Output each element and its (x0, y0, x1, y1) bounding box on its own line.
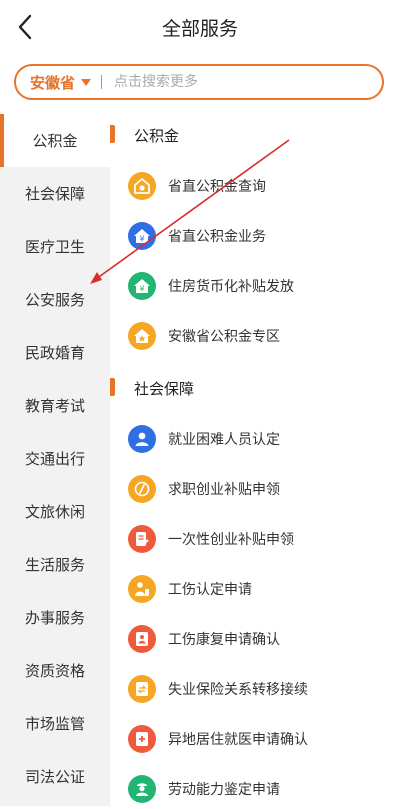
service-work-injury-recognition[interactable]: 工伤认定申请 (128, 569, 398, 609)
sidebar-item-label: 文旅休闲 (24, 503, 85, 521)
caret-down-icon (81, 78, 92, 86)
house-yen-icon: ¥ (128, 272, 156, 300)
service-label: 住房货币化补贴发放 (168, 279, 294, 295)
sidebar-item-label: 司法公证 (24, 768, 85, 786)
pen-icon (128, 475, 156, 503)
service-offsite-medical-confirm[interactable]: 异地居住就医申请确认 (128, 719, 398, 759)
page-title: 全部服务 (161, 18, 238, 40)
service-label: 劳动能力鉴定申请 (168, 782, 280, 798)
service-job-startup-subsidy[interactable]: 求职创业补贴申领 (128, 469, 398, 509)
sidebar-item-education[interactable]: 教育考试 (0, 379, 110, 432)
search-bar[interactable]: 安徽省 (14, 64, 384, 100)
service-label: 一次性创业补贴申领 (168, 532, 294, 548)
transfer-doc-icon (128, 675, 156, 703)
sidebar-item-label: 交通出行 (24, 450, 85, 468)
house-star-icon (128, 322, 156, 350)
sidebar-item-qualifications[interactable]: 资质资格 (0, 644, 110, 697)
injured-person-icon (128, 575, 156, 603)
svg-text:¥: ¥ (139, 285, 144, 294)
person-icon (128, 425, 156, 453)
service-housing-subsidy[interactable]: ¥ 住房货币化补贴发放 (128, 266, 398, 306)
worker-icon (128, 775, 156, 803)
service-list: 公积金 省直公积金查询 ¥ 省直公积金业务 ¥ 住房货币化补贴发放 安徽省公积金… (110, 114, 400, 806)
sidebar-item-housing-fund[interactable]: 公积金 (0, 114, 110, 167)
header: 全部服务 (0, 0, 400, 56)
service-housing-fund-business[interactable]: ¥ 省直公积金业务 (128, 216, 398, 256)
svg-text:¥: ¥ (139, 235, 144, 244)
service-anhui-fund-zone[interactable]: 安徽省公积金专区 (128, 316, 398, 356)
section-title: 社会保障 (134, 380, 195, 398)
sidebar-item-public-security[interactable]: 公安服务 (0, 273, 110, 326)
sidebar-item-label: 医疗卫生 (24, 238, 85, 256)
service-housing-fund-query[interactable]: 省直公积金查询 (128, 166, 398, 206)
service-employment-difficulty[interactable]: 就业困难人员认定 (128, 419, 398, 459)
sidebar-item-label: 办事服务 (24, 609, 85, 627)
sidebar-item-judicial-notary[interactable]: 司法公证 (0, 750, 110, 803)
search-input[interactable] (112, 73, 337, 91)
sidebar-item-market-supervision[interactable]: 市场监管 (0, 697, 110, 750)
service-label: 求职创业补贴申领 (168, 482, 280, 498)
house-yen-icon: ¥ (128, 222, 156, 250)
service-label: 省直公积金查询 (168, 179, 266, 195)
sidebar-item-label: 教育考试 (24, 397, 85, 415)
sidebar-item-label: 公安服务 (24, 291, 85, 309)
section-marker (110, 125, 115, 143)
sidebar-item-civil-affairs[interactable]: 民政婚育 (0, 326, 110, 379)
service-label: 失业保险关系转移接续 (168, 682, 308, 698)
sidebar-item-label: 社会保障 (24, 185, 85, 203)
sidebar-item-culture-tourism[interactable]: 文旅休闲 (0, 485, 110, 538)
sidebar-item-healthcare[interactable]: 医疗卫生 (0, 220, 110, 273)
sidebar-item-social-security[interactable]: 社会保障 (0, 167, 110, 220)
service-label: 异地居住就医申请确认 (168, 732, 308, 748)
sidebar-item-label: 资质资格 (24, 662, 85, 680)
sidebar-item-office-services[interactable]: 办事服务 (0, 591, 110, 644)
sidebar-item-label: 公积金 (32, 132, 78, 150)
service-unemployment-transfer[interactable]: 失业保险关系转移接续 (128, 669, 398, 709)
divider (101, 75, 103, 89)
medical-doc-icon (128, 725, 156, 753)
service-one-time-startup-subsidy[interactable]: 一次性创业补贴申领 (128, 519, 398, 559)
sidebar-item-life-services[interactable]: 生活服务 (0, 538, 110, 591)
sidebar-item-label: 生活服务 (24, 556, 85, 574)
service-label: 安徽省公积金专区 (168, 329, 280, 345)
house-coin-icon (128, 172, 156, 200)
service-label: 工伤认定申请 (168, 582, 252, 598)
document-person-icon (128, 625, 156, 653)
sidebar-item-transport[interactable]: 交通出行 (0, 432, 110, 485)
sidebar-item-label: 市场监管 (24, 715, 85, 733)
category-sidebar: 公积金 社会保障 医疗卫生 公安服务 民政婚育 教育考试 交通出行 文旅休闲 生… (0, 114, 110, 806)
section-title: 公积金 (134, 127, 180, 145)
service-label: 就业困难人员认定 (168, 432, 280, 448)
section-marker (110, 378, 115, 396)
service-label: 工伤康复申请确认 (168, 632, 280, 648)
province-selector[interactable]: 安徽省 (30, 72, 92, 93)
service-work-capacity-assessment[interactable]: 劳动能力鉴定申请 (128, 769, 398, 809)
service-label: 省直公积金业务 (168, 229, 266, 245)
province-label: 安徽省 (30, 73, 76, 92)
document-edit-icon (128, 525, 156, 553)
service-injury-rehab-confirm[interactable]: 工伤康复申请确认 (128, 619, 398, 659)
sidebar-item-label: 民政婚育 (24, 344, 85, 362)
